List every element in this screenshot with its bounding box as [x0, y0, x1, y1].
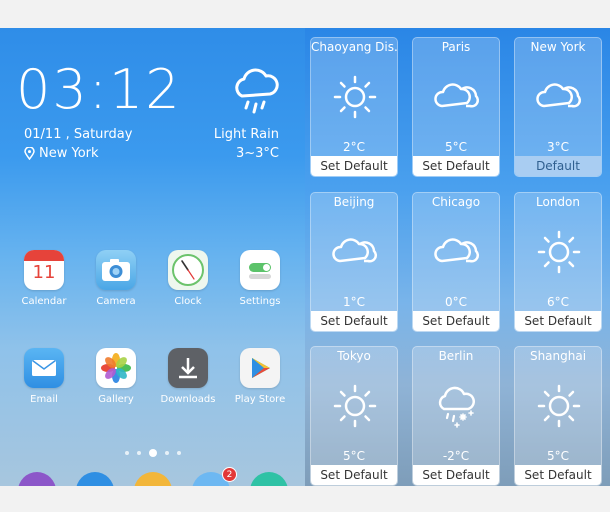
city-temperature: 3°C — [546, 140, 569, 154]
app-gallery[interactable]: Gallery — [84, 348, 148, 405]
city-temperature: 5°C — [342, 449, 365, 463]
app-label: Camera — [96, 296, 136, 307]
page-dot[interactable] — [136, 451, 141, 455]
set-default-button[interactable]: Set Default — [515, 465, 601, 485]
set-default-button[interactable]: Set Default — [413, 156, 499, 176]
city-temperature: -2°C — [442, 449, 470, 463]
cloud-snow-icon — [438, 386, 475, 428]
city-name: Shanghai — [529, 349, 587, 363]
set-default-button[interactable]: Set Default — [311, 311, 397, 331]
cloud-icon — [434, 238, 479, 263]
sun-icon — [537, 230, 581, 274]
city-card[interactable]: Paris 5°C Set Default — [412, 37, 500, 177]
cloud-rain-icon — [235, 68, 279, 114]
page-dot-active[interactable] — [148, 449, 157, 457]
app-settings[interactable]: Settings — [228, 250, 292, 307]
set-default-button[interactable]: Set Default — [311, 156, 397, 176]
dock-chrome-icon[interactable] — [250, 472, 288, 486]
sun-icon — [537, 384, 581, 428]
clock-icon — [168, 250, 208, 290]
city-temperature: 1°C — [342, 295, 365, 309]
app-label: Calendar — [21, 296, 67, 307]
camera-icon — [96, 250, 136, 290]
location-pin-icon — [24, 147, 35, 160]
notification-badge: 2 — [222, 467, 237, 482]
app-label: Clock — [174, 296, 202, 307]
city-temperature: 0°C — [444, 295, 467, 309]
set-default-button[interactable]: Set Default — [413, 465, 499, 485]
location-label: New York — [39, 146, 99, 161]
settings-icon — [240, 250, 280, 290]
app-label: Email — [30, 394, 58, 405]
page-indicator[interactable] — [0, 449, 305, 457]
app-downloads[interactable]: Downloads — [156, 348, 220, 405]
city-name: Chicago — [431, 195, 481, 209]
sun-icon — [333, 75, 377, 119]
city-card[interactable]: London 6°C Set Default — [514, 192, 602, 332]
city-card[interactable]: Berlin -2°C Set Default — [412, 346, 500, 486]
set-default-button[interactable]: Set Default — [515, 311, 601, 331]
city-temperature: 5°C — [546, 449, 569, 463]
city-name: New York — [530, 40, 586, 54]
city-name: Chaoyang Dis... — [311, 40, 397, 54]
dock-contacts-icon[interactable] — [76, 472, 114, 486]
play-store-icon — [240, 348, 280, 388]
email-icon — [24, 348, 64, 388]
home-screen: 03:12 01/11 , Saturday New York Light Ra… — [0, 28, 305, 486]
dock-browser-icon[interactable] — [134, 472, 172, 486]
city-card[interactable]: Shanghai 5°C Set Default — [514, 346, 602, 486]
page-dot[interactable] — [176, 451, 181, 455]
sun-icon — [333, 384, 377, 428]
set-default-button[interactable]: Set Default — [413, 311, 499, 331]
city-temperature: 5°C — [444, 140, 467, 154]
city-card[interactable]: Beijing 1°C Set Default — [310, 192, 398, 332]
weather-city-grid: Chaoyang Dis... 2°C Set Default Paris 5°… — [305, 28, 610, 486]
cloud-icon — [332, 238, 377, 263]
app-label: Settings — [239, 296, 281, 307]
default-button[interactable]: Default — [515, 156, 601, 176]
city-name: London — [536, 195, 580, 209]
city-name: Tokyo — [337, 349, 371, 363]
set-default-button[interactable]: Set Default — [311, 465, 397, 485]
downloads-icon — [168, 348, 208, 388]
date-label: 01/11 , Saturday — [24, 127, 133, 142]
app-play-store[interactable]: Play Store — [228, 348, 292, 405]
app-label: Play Store — [234, 394, 286, 405]
app-clock[interactable]: Clock — [156, 250, 220, 307]
app-calendar[interactable]: 11 Calendar — [12, 250, 76, 307]
cloud-icon — [434, 83, 479, 108]
weather-condition: Light Rain — [213, 127, 279, 142]
app-label: Gallery — [98, 394, 134, 405]
calendar-day-number: 11 — [32, 262, 56, 283]
clock-time[interactable]: 03:12 — [16, 58, 182, 121]
gallery-icon — [96, 348, 136, 388]
temperature-range: 3~3°C — [235, 146, 279, 161]
app-camera[interactable]: Camera — [84, 250, 148, 307]
city-name: Berlin — [438, 349, 474, 363]
calendar-icon: 11 — [24, 250, 64, 290]
cloud-icon — [536, 83, 581, 108]
city-name: Paris — [441, 40, 471, 54]
location-row: New York — [24, 146, 99, 161]
city-temperature: 6°C — [546, 295, 569, 309]
page-dot[interactable] — [164, 451, 169, 455]
city-temperature: 2°C — [342, 140, 365, 154]
city-name: Beijing — [333, 195, 375, 209]
city-card[interactable]: Chicago 0°C Set Default — [412, 192, 500, 332]
city-card[interactable]: Chaoyang Dis... 2°C Set Default — [310, 37, 398, 177]
app-label: Downloads — [160, 394, 216, 405]
city-card[interactable]: Tokyo 5°C Set Default — [310, 346, 398, 486]
city-card-default[interactable]: New York 3°C Default — [514, 37, 602, 177]
dock-phone-icon[interactable] — [18, 472, 56, 486]
page-dot[interactable] — [124, 451, 129, 455]
app-email[interactable]: Email — [12, 348, 76, 405]
